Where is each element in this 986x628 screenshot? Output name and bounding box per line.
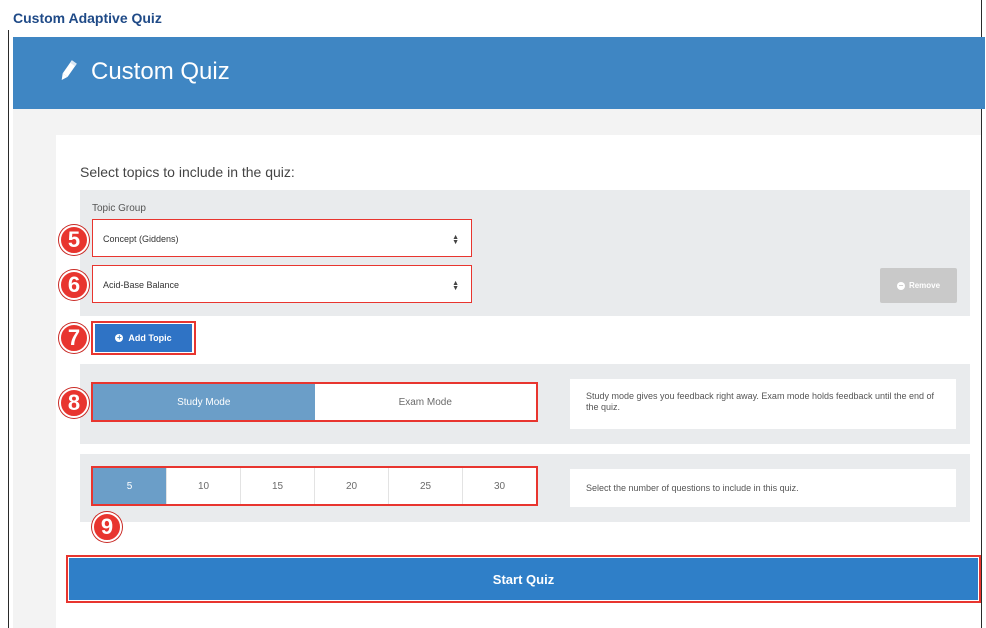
question-count-description: Select the number of questions to includ… bbox=[570, 469, 956, 507]
count-option-5[interactable]: 5 bbox=[93, 468, 166, 504]
count-option-25[interactable]: 25 bbox=[388, 468, 462, 504]
minus-circle-icon: − bbox=[896, 280, 905, 290]
select-arrows-icon: ▲ ▼ bbox=[452, 233, 459, 246]
mode-toggle: Study Mode Exam Mode bbox=[91, 382, 538, 422]
count-option-10[interactable]: 10 bbox=[166, 468, 240, 504]
exam-mode-option[interactable]: Exam Mode bbox=[315, 384, 537, 420]
topic-group-value: Concept (Giddens) bbox=[103, 234, 179, 244]
window-title: Custom Adaptive Quiz bbox=[13, 10, 162, 26]
add-topic-button[interactable]: + Add Topic bbox=[95, 324, 192, 352]
add-topic-label: Add Topic bbox=[128, 333, 172, 343]
topic-group-select[interactable]: Concept (Giddens) ▲ ▼ bbox=[92, 219, 472, 257]
topic-value: Acid-Base Balance bbox=[103, 280, 180, 290]
remove-topic-button[interactable]: − Remove bbox=[880, 268, 957, 303]
callout-5: 5 bbox=[59, 225, 89, 255]
callout-6: 6 bbox=[59, 270, 89, 300]
callout-7: 7 bbox=[59, 323, 89, 353]
callout-8: 8 bbox=[59, 388, 89, 418]
select-arrows-icon: ▲ ▼ bbox=[452, 279, 459, 292]
plus-circle-icon: + bbox=[115, 333, 124, 342]
mode-description: Study mode gives you feedback right away… bbox=[570, 379, 956, 429]
select-topics-prompt: Select topics to include in the quiz: bbox=[80, 164, 295, 180]
count-option-15[interactable]: 15 bbox=[240, 468, 314, 504]
callout-9: 9 bbox=[92, 512, 122, 542]
count-option-20[interactable]: 20 bbox=[314, 468, 388, 504]
frame-border-left bbox=[8, 30, 9, 628]
topic-select[interactable]: Acid-Base Balance ▲ ▼ bbox=[92, 265, 472, 303]
page-title: Custom Quiz bbox=[91, 58, 230, 85]
topic-group-label: Topic Group bbox=[92, 203, 146, 214]
pencil-icon bbox=[61, 60, 77, 81]
remove-label: Remove bbox=[908, 281, 941, 290]
count-option-30[interactable]: 30 bbox=[462, 468, 536, 504]
question-count-toggle: 5 10 15 20 25 30 bbox=[91, 466, 538, 506]
start-quiz-button[interactable]: Start Quiz bbox=[69, 558, 978, 600]
study-mode-option[interactable]: Study Mode bbox=[93, 384, 315, 420]
page-header: Custom Quiz bbox=[13, 37, 985, 109]
